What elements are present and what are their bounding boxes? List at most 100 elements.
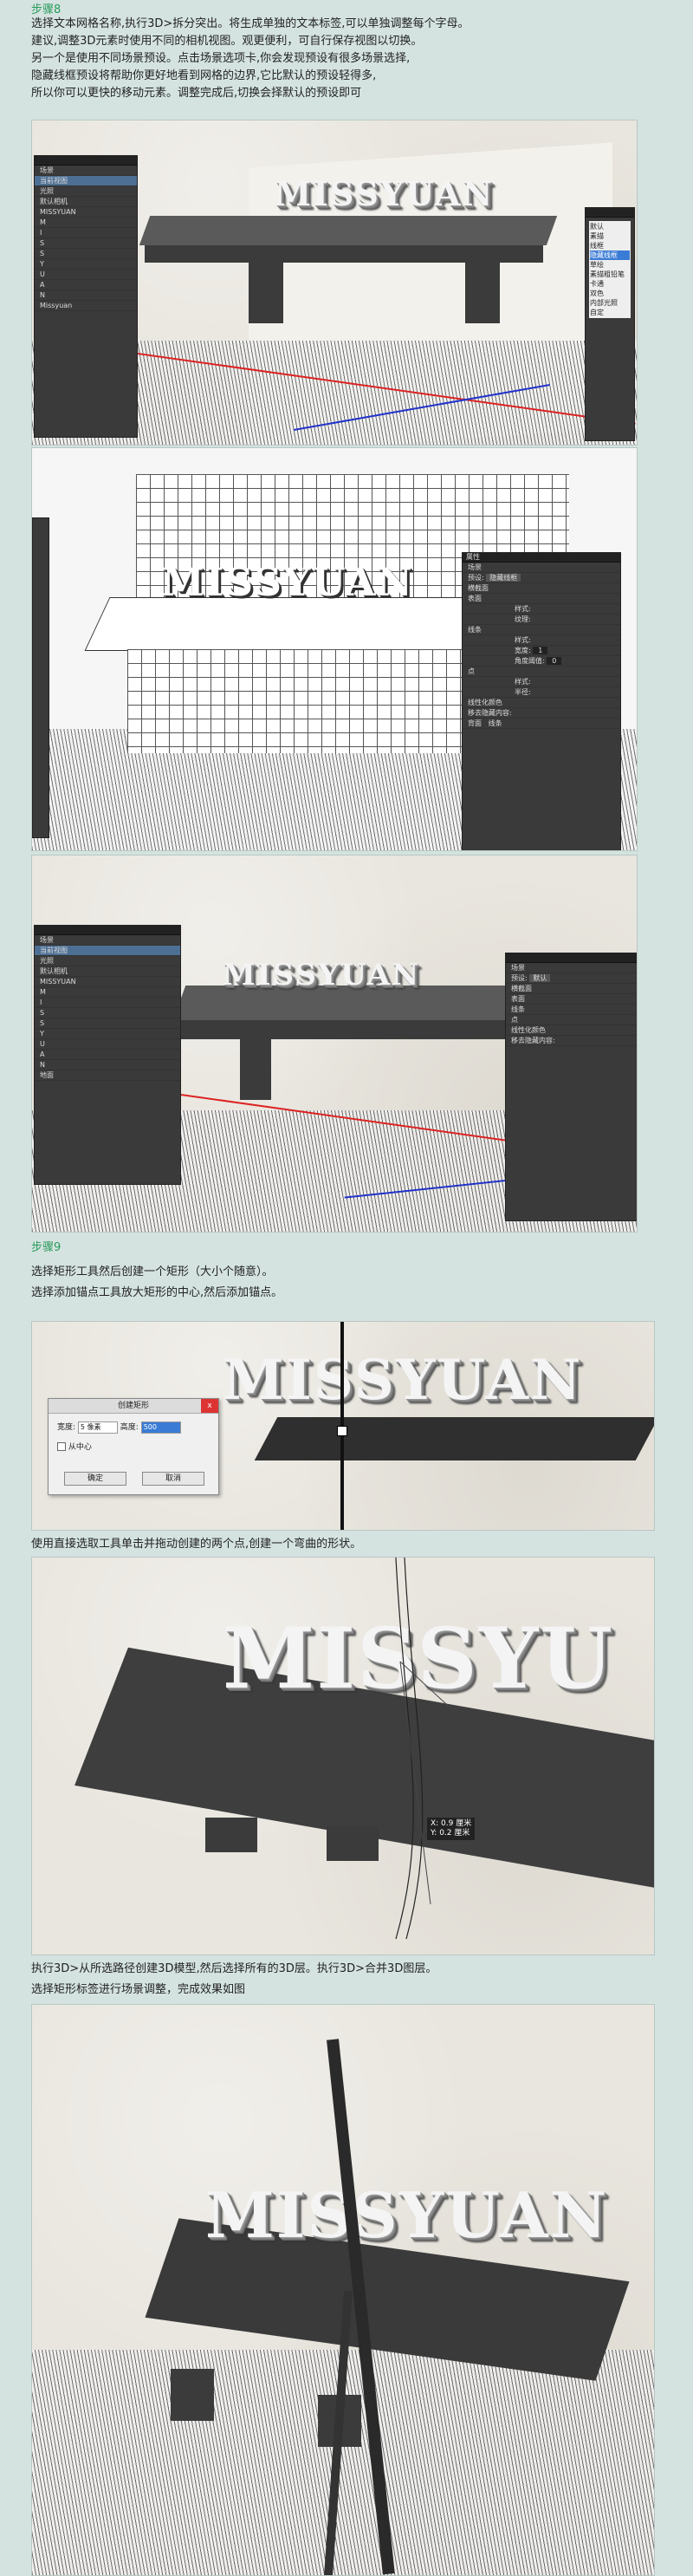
field-label: 点: [463, 667, 620, 677]
layer-row[interactable]: Y: [35, 1029, 180, 1039]
instruction-line: 使用直接选取工具单击并拖动创建的两个点,创建一个弯曲的形状。: [31, 1538, 362, 1551]
layer-row[interactable]: S: [35, 249, 137, 259]
layer-row[interactable]: N: [35, 290, 137, 301]
field-label: 线性化颜色: [506, 1025, 637, 1036]
field-label: 线条: [463, 625, 620, 635]
panel-title: 属性: [463, 553, 620, 563]
layer-row[interactable]: 地面: [35, 1070, 180, 1081]
shelf-wireframe-front: [127, 649, 491, 753]
preset-option[interactable]: 草绘: [590, 260, 630, 270]
layer-row[interactable]: S: [35, 1008, 180, 1018]
layer-row[interactable]: 场景: [35, 166, 137, 176]
layer-row[interactable]: S: [35, 1018, 180, 1029]
close-button[interactable]: x: [201, 1399, 218, 1413]
shelf-bracket: [171, 2369, 214, 2421]
field-label: 样式:: [463, 604, 620, 615]
field-label: 点: [506, 1015, 637, 1025]
layer-row[interactable]: 当前视图: [35, 176, 137, 186]
layers-panel: 场景 当前视图 光照 默认相机 MISSYUAN M I S S Y U A N…: [34, 155, 138, 438]
from-center-checkbox[interactable]: [57, 1442, 66, 1451]
screenshot-final-result: MISSYUAN: [31, 2004, 655, 2576]
screenshot-split-extrusion: MISSYUAN 场景 当前视图 光照 默认相机 MISSYUAN M I S …: [31, 120, 638, 446]
preset-option[interactable]: 素描粗铅笔: [590, 270, 630, 279]
field-label: 宽度:: [515, 647, 531, 654]
step9-line: 选择矩形工具然后创建一个矩形（大小个随意）。: [31, 1265, 274, 1278]
tooltip-y: Y: 0.2 厘米: [431, 1829, 470, 1838]
shelf-front: [179, 1020, 552, 1039]
angle-input[interactable]: 0: [547, 657, 562, 665]
field-label: 线条: [506, 1005, 637, 1015]
layer-row[interactable]: 当前视图: [35, 946, 180, 956]
layer-row[interactable]: 光照: [35, 186, 137, 197]
step9-heading: 步骤9: [31, 1241, 62, 1254]
preset-option[interactable]: 自定: [590, 308, 630, 317]
tooltip-x: X: 0.9 厘米: [431, 1819, 472, 1828]
field-label: 样式:: [463, 677, 620, 687]
field-label: 横截面: [506, 984, 637, 994]
preset-option[interactable]: 内部光照: [590, 298, 630, 308]
field-label: 移去隐藏内容:: [463, 708, 620, 719]
layer-row[interactable]: 光照: [35, 956, 180, 966]
tab-scene[interactable]: 场景: [463, 563, 620, 573]
from-center-label: 从中心: [68, 1442, 92, 1452]
bent-path-curve[interactable]: [32, 1558, 655, 1955]
layer-row[interactable]: 场景: [35, 935, 180, 946]
layer-row[interactable]: Y: [35, 259, 137, 270]
step9-line: 选择添加锚点工具放大矩形的中心,然后添加锚点。: [31, 1286, 283, 1299]
step8-line: 隐藏线框预设将帮助你更好地看到网格的边界,它比默认的预设轻得多,: [31, 69, 377, 82]
preset-select[interactable]: 隐藏线框: [486, 574, 521, 582]
width-field[interactable]: 5 像素: [77, 1421, 118, 1434]
ok-button[interactable]: 确定: [64, 1472, 126, 1486]
layer-row[interactable]: 默认相机: [35, 966, 180, 977]
preset-label: 预设:: [511, 974, 528, 982]
preset-select[interactable]: 默认: [529, 974, 551, 982]
preset-option[interactable]: 素描: [590, 231, 630, 241]
layer-row[interactable]: Missyuan: [35, 301, 137, 311]
step8-line: 建议,调整3D元素时使用不同的相机视图。观更便利，可自行保存视图以切换。: [31, 35, 423, 48]
height-field[interactable]: 500: [140, 1421, 181, 1434]
shelf-top: [254, 1417, 654, 1460]
screenshot-default-preset: MISSYUAN 场景 当前视图 光照 默认相机 MISSYUAN M I S …: [31, 855, 638, 1233]
field-label: 样式:: [463, 635, 620, 646]
layer-row[interactable]: MISSYUAN: [35, 977, 180, 987]
layer-row[interactable]: N: [35, 1060, 180, 1070]
instruction-line: 选择矩形标签进行场景调整，完成效果如图: [31, 1983, 246, 1996]
layer-row[interactable]: A: [35, 1050, 180, 1060]
preset-dropdown-list[interactable]: 默认 素描 线框 隐藏线框 草绘 素描粗铅笔 卡通 双色 内部光照 自定: [589, 221, 631, 318]
scene-preset-panel: 默认 素描 线框 隐藏线框 草绘 素描粗铅笔 卡通 双色 内部光照 自定: [585, 207, 635, 441]
properties-panel: 场景 预设: 默认 横截面 表面 线条 点 线性化颜色 移去隐藏内容:: [505, 953, 637, 1221]
layer-row[interactable]: U: [35, 1039, 180, 1050]
layer-row[interactable]: M: [35, 987, 180, 998]
layer-row[interactable]: I: [35, 228, 137, 238]
layer-row[interactable]: MISSYUAN: [35, 207, 137, 218]
step8-heading: 步骤8: [31, 3, 62, 16]
preset-option[interactable]: 线框: [590, 241, 630, 250]
layer-row[interactable]: M: [35, 218, 137, 228]
checkbox-lines[interactable]: 线条: [489, 719, 502, 727]
anchor-point[interactable]: [337, 1426, 347, 1436]
preset-option-selected[interactable]: 隐藏线框: [590, 250, 630, 260]
shelf-bracket: [465, 263, 500, 323]
preset-option[interactable]: 默认: [590, 222, 630, 231]
preset-option[interactable]: 卡通: [590, 279, 630, 289]
width-label: 宽度:: [57, 1423, 76, 1432]
width-input[interactable]: 1: [533, 647, 548, 654]
shelf-bracket: [240, 1039, 271, 1100]
screenshot-hidden-wireframe: MISSYUAN 属性 场景 预设: 隐藏线框 横截面 表面 样式: 纹理: 线…: [31, 447, 638, 851]
layer-row[interactable]: U: [35, 270, 137, 280]
cancel-button[interactable]: 取消: [142, 1472, 204, 1486]
field-label: 表面: [506, 994, 637, 1005]
3d-text: MISSYUAN: [205, 2178, 609, 2252]
3d-text-wireframe: MISSYUAN: [162, 561, 414, 605]
step8-line: 选择文本网格名称,执行3D>拆分突出。将生成单独的文本标签,可以单独调整每个字母…: [31, 17, 470, 30]
layer-row[interactable]: A: [35, 280, 137, 290]
preset-label: 预设:: [468, 574, 484, 582]
layer-row[interactable]: I: [35, 998, 180, 1008]
checkbox-backface[interactable]: 背面: [468, 719, 482, 727]
layer-row[interactable]: 默认相机: [35, 197, 137, 207]
tab-scene[interactable]: 场景: [506, 963, 637, 973]
preset-option[interactable]: 双色: [590, 289, 630, 298]
screenshot-create-rectangle: MISSYUAN 创建矩形 x 宽度: 5 像素 高度: 500 从中心 确定 取…: [31, 1321, 655, 1531]
dialog-title: 创建矩形: [117, 1402, 149, 1410]
layer-row[interactable]: S: [35, 238, 137, 249]
